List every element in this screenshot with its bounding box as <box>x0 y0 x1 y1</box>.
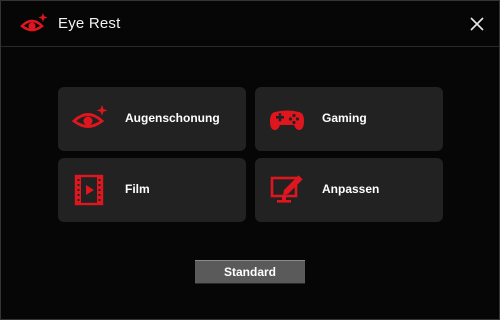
mode-label: Gaming <box>322 111 367 125</box>
gamepad-icon <box>270 110 304 130</box>
eye-rest-icon <box>20 13 48 32</box>
title-bar: Eye Rest <box>1 1 499 47</box>
mode-label: Anpassen <box>322 182 380 196</box>
close-icon[interactable] <box>469 16 485 32</box>
eye-rest-window: Eye Rest Augenschonung Gaming Film Anpas… <box>0 0 500 320</box>
mode-label: Augenschonung <box>125 111 220 125</box>
film-icon <box>74 174 104 206</box>
standard-button[interactable]: Standard <box>195 260 305 284</box>
mode-tile-anpassen[interactable]: Anpassen <box>255 158 443 222</box>
customize-monitor-icon <box>270 174 304 203</box>
mode-tile-augenschonung[interactable]: Augenschonung <box>58 87 246 151</box>
window-title: Eye Rest <box>58 15 121 32</box>
eye-icon <box>72 105 108 128</box>
mode-tile-film[interactable]: Film <box>58 158 246 222</box>
mode-tile-gaming[interactable]: Gaming <box>255 87 443 151</box>
mode-label: Film <box>125 182 150 196</box>
